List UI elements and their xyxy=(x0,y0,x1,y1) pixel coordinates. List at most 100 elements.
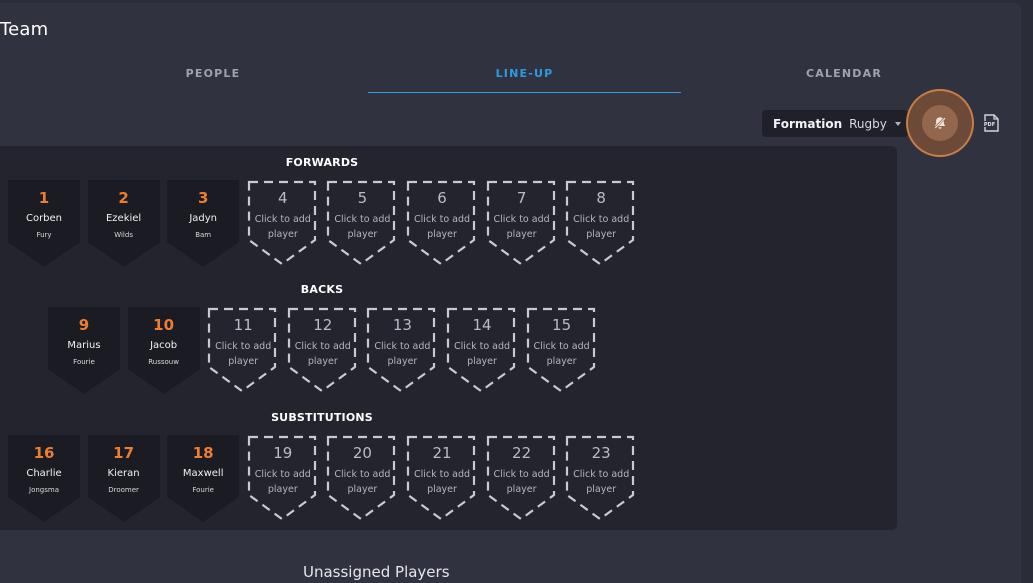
add-player-prompt: Click to add player xyxy=(328,212,396,242)
player-first-name: Kieran xyxy=(107,468,140,479)
page-title: Team xyxy=(0,19,49,40)
add-player-line1: Click to add xyxy=(493,469,550,480)
add-player-line1: Click to add xyxy=(215,341,272,352)
player-slot[interactable]: 1 Corben Fury xyxy=(8,180,80,270)
section-title-forwards: FORWARDS xyxy=(285,156,359,169)
empty-player-slot[interactable]: 23 Click to add player xyxy=(565,435,637,525)
empty-player-slot[interactable]: 5 Click to add player xyxy=(326,180,398,270)
jersey-number: 10 xyxy=(153,316,175,334)
empty-player-slot[interactable]: 14 Click to add player xyxy=(446,307,518,397)
add-player-prompt: Click to add player xyxy=(528,339,596,369)
empty-player-slot[interactable]: 7 Click to add player xyxy=(486,180,558,270)
add-player-line1: Click to add xyxy=(413,469,471,480)
tab-people[interactable]: PEOPLE xyxy=(113,59,313,92)
empty-player-slot[interactable]: 20 Click to add player xyxy=(326,435,398,525)
add-player-line2: player xyxy=(427,229,457,240)
svg-text:PDF: PDF xyxy=(984,122,995,128)
jersey-number: 7 xyxy=(516,189,527,207)
add-player-prompt: Click to add player xyxy=(368,339,436,369)
add-player-prompt: Click to add player xyxy=(408,212,476,242)
player-slot[interactable]: 3 Jadyn Bam xyxy=(167,180,240,270)
player-last-name: Fourie xyxy=(73,358,95,366)
pdf-export-button[interactable]: PDF xyxy=(982,114,1000,132)
jersey-number: 20 xyxy=(352,444,372,462)
add-player-line1: Click to add xyxy=(254,214,311,225)
section-title-substitutions: SUBSTITUTIONS xyxy=(271,411,373,424)
player-first-name: Marius xyxy=(67,340,101,351)
notification-bell-button[interactable] xyxy=(908,91,972,155)
empty-player-slot[interactable]: 22 Click to add player xyxy=(486,435,558,525)
jersey-number: 22 xyxy=(512,444,532,462)
add-player-prompt: Click to add player xyxy=(567,467,635,497)
pdf-icon: PDF xyxy=(983,114,999,132)
player-first-name: Corben xyxy=(25,213,63,224)
player-slot[interactable]: 10 Jacob Russouw xyxy=(127,307,200,397)
add-player-line1: Click to add xyxy=(294,341,351,352)
add-player-line2: player xyxy=(586,229,617,240)
player-last-name: Bam xyxy=(195,231,212,239)
empty-player-slot[interactable]: 19 Click to add player xyxy=(247,435,319,525)
add-player-line1: Click to add xyxy=(533,341,590,352)
add-player-prompt: Click to add player xyxy=(328,467,396,497)
empty-player-slot[interactable]: 8 Click to add player xyxy=(565,180,637,270)
add-player-line1: Click to add xyxy=(573,214,630,225)
player-last-name: Droomer xyxy=(108,486,139,494)
add-player-line2: player xyxy=(467,356,497,367)
player-first-name: Jacob xyxy=(150,340,178,351)
add-player-prompt: Click to add player xyxy=(249,212,317,242)
add-player-line2: player xyxy=(427,484,457,495)
jersey-number: 1 xyxy=(38,189,50,207)
player-slot[interactable]: 17 Kieran Droomer xyxy=(87,435,160,525)
empty-player-slot[interactable]: 4 Click to add player xyxy=(247,180,319,270)
empty-player-slot[interactable]: 11 Click to add player xyxy=(207,307,279,397)
add-player-line2: player xyxy=(506,484,537,495)
empty-player-slot[interactable]: 15 Click to add player xyxy=(526,307,598,397)
jersey-number: 4 xyxy=(278,189,288,207)
jersey-number: 19 xyxy=(273,444,293,462)
player-first-name: Jadyn xyxy=(189,213,218,224)
add-player-line2: player xyxy=(267,229,298,240)
player-last-name: Russouw xyxy=(148,358,179,366)
bell-icon-circle xyxy=(922,105,958,141)
jersey-number: 23 xyxy=(591,444,611,462)
jersey-number: 17 xyxy=(113,444,135,462)
bell-icon xyxy=(933,116,947,130)
jersey-number: 6 xyxy=(437,189,447,207)
add-player-line2: player xyxy=(546,356,577,367)
add-player-prompt: Click to add player xyxy=(249,467,317,497)
jersey-number: 12 xyxy=(313,316,333,334)
tab-bar: PEOPLE LINE-UP CALENDAR xyxy=(0,59,1021,93)
player-first-name: Ezekiel xyxy=(105,213,142,224)
add-player-prompt: Click to add player xyxy=(488,212,556,242)
player-slot[interactable]: 16 Charlie Jongsma xyxy=(8,435,80,525)
add-player-line1: Click to add xyxy=(573,469,630,480)
empty-player-slot[interactable]: 12 Click to add player xyxy=(287,307,359,397)
add-player-prompt: Click to add player xyxy=(488,467,556,497)
player-slot[interactable]: 18 Maxwell Fourie xyxy=(167,435,240,525)
add-player-line1: Click to add xyxy=(413,214,471,225)
formation-select[interactable]: Formation Rugby xyxy=(762,110,908,137)
unassigned-players-title: Unassigned Players xyxy=(303,563,450,581)
add-player-line2: player xyxy=(307,356,338,367)
jersey-number: 3 xyxy=(197,189,209,207)
add-player-prompt: Click to add player xyxy=(448,339,516,369)
player-slot[interactable]: 2 Ezekiel Wilds xyxy=(87,180,160,270)
add-player-line2: player xyxy=(506,229,537,240)
player-last-name: Wilds xyxy=(114,231,133,239)
formation-label: Formation xyxy=(773,116,843,131)
empty-player-slot[interactable]: 21 Click to add player xyxy=(406,435,478,525)
jersey-number: 15 xyxy=(552,316,572,334)
add-player-prompt: Click to add player xyxy=(408,467,476,497)
add-player-line1: Click to add xyxy=(254,469,311,480)
player-last-name: Jongsma xyxy=(29,486,59,494)
add-player-line1: Click to add xyxy=(334,214,391,225)
player-slot[interactable]: 9 Marius Fourie xyxy=(48,307,120,397)
jersey-number: 18 xyxy=(192,444,214,462)
jersey-number: 16 xyxy=(33,444,55,462)
tab-calendar[interactable]: CALENDAR xyxy=(744,59,944,92)
add-player-line2: player xyxy=(387,356,418,367)
tab-line-up[interactable]: LINE-UP xyxy=(368,59,681,93)
add-player-line2: player xyxy=(347,484,378,495)
empty-player-slot[interactable]: 13 Click to add player xyxy=(366,307,438,397)
empty-player-slot[interactable]: 6 Click to add player xyxy=(406,180,478,270)
